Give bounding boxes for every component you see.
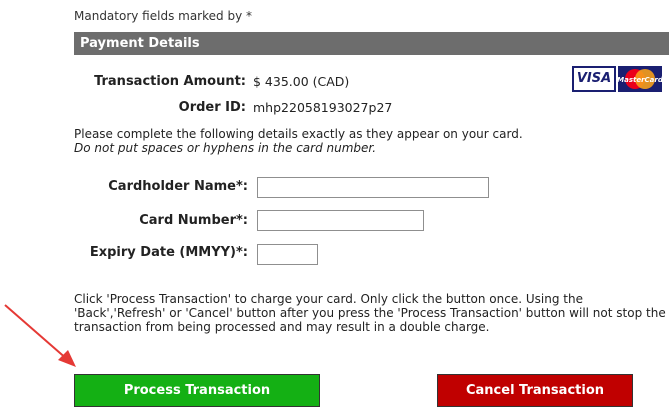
order-id-label: Order ID: bbox=[178, 100, 246, 115]
order-id-value: mhp22058193027p27 bbox=[253, 100, 393, 115]
instructions: Please complete the following details ex… bbox=[74, 127, 523, 155]
cancel-transaction-button[interactable]: Cancel Transaction bbox=[437, 374, 633, 407]
annotation-arrow-icon bbox=[4, 304, 76, 367]
card-number-label: Card Number*: bbox=[139, 213, 248, 228]
cardholder-name-label: Cardholder Name*: bbox=[108, 179, 248, 194]
notice-line: Click 'Process Transaction' to charge yo… bbox=[74, 292, 583, 306]
mastercard-logo: MasterCard bbox=[618, 66, 662, 92]
notice-line: 'Back','Refresh' or 'Cancel' button afte… bbox=[74, 306, 666, 320]
cardholder-name-input[interactable] bbox=[257, 177, 489, 198]
mandatory-note: Mandatory fields marked by * bbox=[74, 9, 252, 23]
mastercard-icon: MasterCard bbox=[618, 66, 662, 92]
mastercard-wordmark: MasterCard bbox=[618, 76, 662, 84]
transaction-amount-label: Transaction Amount: bbox=[94, 74, 246, 89]
instructions-line: Please complete the following details ex… bbox=[74, 127, 523, 141]
double-charge-notice: Click 'Process Transaction' to charge yo… bbox=[74, 292, 666, 334]
expiry-date-input[interactable] bbox=[257, 244, 318, 265]
instructions-note: Do not put spaces or hyphens in the card… bbox=[74, 141, 377, 155]
process-transaction-button[interactable]: Process Transaction bbox=[74, 374, 320, 407]
expiry-date-label: Expiry Date (MMYY)*: bbox=[89, 245, 248, 260]
section-header: Payment Details bbox=[74, 32, 669, 55]
card-number-input[interactable] bbox=[257, 210, 424, 231]
visa-logo: VISA bbox=[572, 66, 616, 92]
transaction-amount-value: $ 435.00 (CAD) bbox=[253, 74, 350, 89]
notice-line: transaction from being processed and may… bbox=[74, 320, 490, 334]
